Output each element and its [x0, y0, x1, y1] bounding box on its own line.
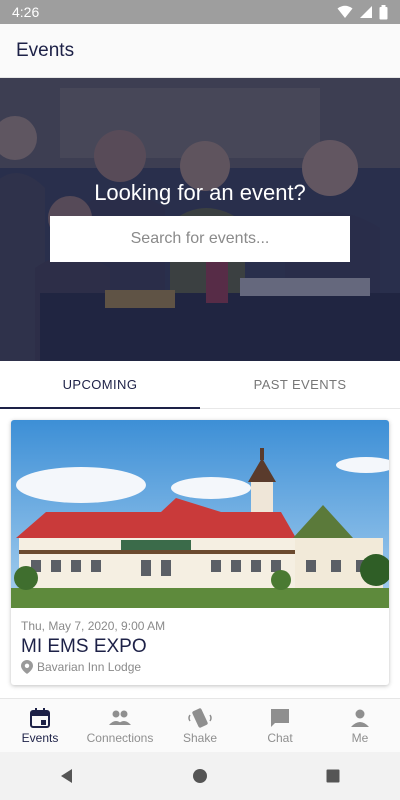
- people-icon: [109, 710, 131, 725]
- status-time: 4:26: [12, 4, 40, 20]
- page-title: Events: [16, 39, 75, 61]
- nav-me-label: Me: [351, 730, 369, 745]
- event-title: MI EMS EXPO: [21, 636, 147, 657]
- signal-icon: [360, 6, 372, 18]
- battery-icon: [379, 4, 388, 19]
- home-icon[interactable]: [192, 768, 208, 784]
- status-bar: 4:26: [0, 0, 400, 24]
- event-card[interactable]: Thu, May 7, 2020, 9:00 AM MI EMS EXPO Ba…: [11, 420, 389, 685]
- nav-shake-label: Shake: [182, 730, 218, 745]
- app-bar: Events: [0, 24, 400, 78]
- nav-connections-label: Connections: [86, 730, 154, 745]
- shake-phone-icon: [188, 707, 212, 728]
- location-pin-icon: [21, 660, 33, 674]
- calendar-icon: [30, 707, 50, 728]
- wifi-icon: [337, 5, 353, 18]
- tab-upcoming[interactable]: UPCOMING: [0, 361, 200, 409]
- event-tabs: UPCOMING PAST EVENTS: [0, 361, 400, 409]
- event-venue-label: Bavarian Inn Lodge: [37, 660, 142, 674]
- system-navigation-bar: [0, 752, 400, 800]
- nav-chat-label: Chat: [267, 730, 293, 745]
- hero-banner: Looking for an event?: [0, 78, 400, 361]
- person-icon: [351, 709, 369, 727]
- nav-chat[interactable]: Chat: [240, 699, 320, 752]
- status-icons: [337, 4, 388, 20]
- tab-past-events[interactable]: PAST EVENTS: [200, 361, 400, 408]
- back-icon[interactable]: [59, 768, 75, 784]
- nav-events-label: Events: [21, 730, 59, 745]
- bottom-navigation: Events Connections Shake Chat Me: [0, 698, 400, 752]
- nav-connections[interactable]: Connections: [80, 699, 160, 752]
- chat-bubble-icon: [271, 708, 289, 727]
- nav-events[interactable]: Events: [0, 699, 80, 752]
- nav-shake[interactable]: Shake: [160, 699, 240, 752]
- hero-heading: Looking for an event?: [94, 180, 306, 205]
- recents-icon[interactable]: [325, 768, 341, 784]
- event-venue: Bavarian Inn Lodge: [21, 660, 141, 674]
- nav-me[interactable]: Me: [320, 699, 400, 752]
- search-input[interactable]: [50, 216, 350, 262]
- event-date: Thu, May 7, 2020, 9:00 AM: [21, 619, 166, 633]
- event-image: [11, 420, 389, 608]
